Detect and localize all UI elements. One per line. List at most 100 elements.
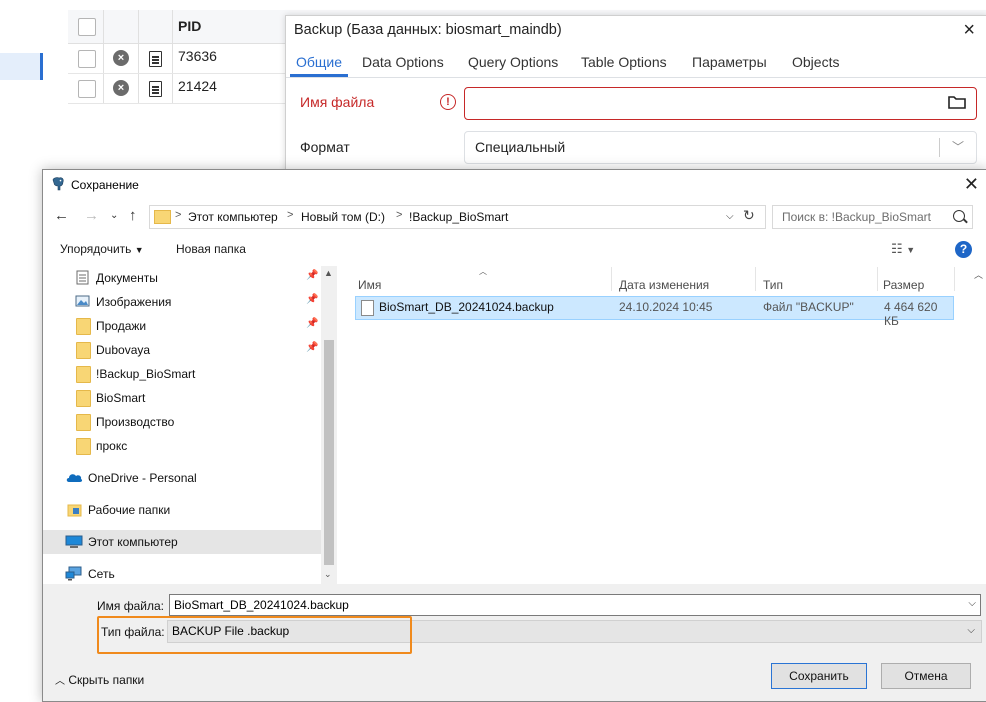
search-input[interactable]: Поиск в: !Backup_BioSmart: [772, 205, 973, 229]
back-arrow-icon[interactable]: ←: [54, 207, 69, 224]
column-header-modified[interactable]: Дата изменения: [619, 278, 709, 292]
filename-label: Имя файла: [300, 94, 375, 110]
breadcrumb-drive-d[interactable]: Новый том (D:): [301, 210, 385, 224]
help-icon[interactable]: ?: [955, 241, 972, 258]
nav-pane-scroll-thumb[interactable]: [324, 340, 334, 565]
save-button[interactable]: Сохранить: [771, 663, 867, 689]
sidebar-item-label: Этот компьютер: [88, 535, 178, 549]
sidebar-item-dubovaya[interactable]: Dubovaya 📌: [43, 338, 321, 362]
details-document-icon[interactable]: [149, 51, 162, 67]
save-dialog-titlebar[interactable]: Сохранение ✕: [43, 170, 986, 200]
cancel-button[interactable]: Отмена: [881, 663, 971, 689]
sidebar-item-work-folders[interactable]: Рабочие папки: [43, 498, 321, 522]
breadcrumb-chevron-icon[interactable]: >: [396, 209, 402, 221]
computer-icon: [65, 535, 83, 548]
scroll-up-icon[interactable]: ︿: [974, 268, 983, 281]
row-checkbox[interactable]: [78, 80, 96, 98]
scroll-up-icon[interactable]: ▲: [324, 268, 333, 278]
cancel-process-icon[interactable]: ×: [113, 80, 129, 96]
sidebar-item-sales[interactable]: Продажи 📌: [43, 314, 321, 338]
sidebar-item-backup-biosmart[interactable]: !Backup_BioSmart: [43, 362, 321, 386]
sidebar-selected-item[interactable]: [0, 53, 42, 80]
column-header-size[interactable]: Размер: [883, 278, 924, 292]
filename-input[interactable]: [464, 87, 977, 120]
tab-query-options[interactable]: Query Options: [468, 54, 558, 70]
sidebar-item-biosmart[interactable]: BioSmart: [43, 386, 321, 410]
folder-icon[interactable]: [948, 95, 966, 109]
active-tab-indicator: [290, 74, 348, 77]
file-type: Файл "BACKUP": [763, 300, 854, 314]
sidebar-item-network[interactable]: Сеть: [43, 562, 321, 586]
tab-table-options[interactable]: Table Options: [581, 54, 667, 70]
address-dropdown-chevron-icon[interactable]: ⌵: [726, 211, 734, 222]
new-folder-button[interactable]: Новая папка: [176, 242, 246, 256]
up-arrow-icon[interactable]: ↑: [129, 207, 137, 224]
backup-dialog-close-icon[interactable]: ×: [963, 20, 975, 40]
folder-icon: [76, 438, 91, 455]
recent-locations-chevron-icon[interactable]: ⌄: [110, 210, 118, 221]
scroll-down-icon[interactable]: ⌄: [324, 569, 332, 580]
caret-down-icon: ▼: [134, 245, 144, 255]
sidebar-item-documents[interactable]: Документы 📌: [43, 266, 321, 290]
breadcrumb-chevron-icon[interactable]: >: [175, 209, 181, 221]
sidebar-item-pictures[interactable]: Изображения 📌: [43, 290, 321, 314]
column-header-type[interactable]: Тип: [763, 278, 783, 292]
list-item[interactable]: BioSmart_DB_20241024.backup 24.10.2024 1…: [355, 296, 954, 328]
filename-field[interactable]: BioSmart_DB_20241024.backup ⌵: [169, 594, 981, 616]
sidebar-item-proxy[interactable]: прокс: [43, 434, 321, 458]
pin-icon: 📌: [306, 318, 319, 329]
folder-icon: [154, 210, 171, 224]
hide-folders-button[interactable]: ︿ Скрыть папки: [55, 672, 144, 687]
search-icon: [953, 210, 965, 222]
sidebar-item-label: Производство: [96, 415, 175, 429]
sidebar-item-label: Dubovaya: [96, 343, 151, 357]
file-size: 4 464 620 КБ: [884, 300, 938, 328]
select-all-checkbox[interactable]: [78, 18, 96, 36]
sidebar-item-onedrive[interactable]: OneDrive - Personal: [43, 466, 321, 490]
chevron-down-icon[interactable]: ⌵: [968, 598, 976, 609]
details-document-icon[interactable]: [149, 81, 162, 97]
sidebar-item-label: Сеть: [88, 567, 115, 581]
sidebar-item-label: Документы: [96, 271, 158, 285]
documents-icon: [76, 270, 89, 285]
file-list-scrollbar[interactable]: ︿: [971, 266, 986, 584]
breadcrumb-this-pc[interactable]: Этот компьютер: [188, 210, 278, 224]
tab-general[interactable]: Общие: [296, 54, 342, 70]
organize-button[interactable]: Упорядочить ▼: [60, 242, 144, 256]
cloud-icon: [66, 474, 83, 482]
refresh-icon[interactable]: ↻: [743, 207, 755, 224]
close-icon[interactable]: ✕: [964, 174, 979, 195]
breadcrumb-backup-folder[interactable]: !Backup_BioSmart: [409, 210, 508, 224]
highlight-annotation-box: [97, 616, 412, 654]
save-dialog-title: Сохранение: [71, 178, 139, 192]
pid-column-header: PID: [178, 18, 202, 34]
tab-parameters[interactable]: Параметры: [692, 54, 767, 70]
format-select[interactable]: Специальный ﹀: [464, 131, 977, 164]
folder-icon: [76, 390, 91, 407]
view-options-icon[interactable]: ☷ ▼: [891, 241, 915, 257]
sidebar-item-this-pc[interactable]: Этот компьютер: [43, 530, 321, 554]
sidebar-item-label: OneDrive - Personal: [88, 471, 197, 485]
column-header-name[interactable]: Имя: [358, 278, 381, 292]
row-checkbox[interactable]: [78, 50, 96, 68]
sidebar-item-production[interactable]: Производство: [43, 410, 321, 434]
breadcrumb-chevron-icon[interactable]: >: [287, 209, 293, 221]
forward-arrow-icon[interactable]: →: [84, 207, 99, 224]
column-divider[interactable]: [611, 267, 612, 291]
cancel-process-icon[interactable]: ×: [113, 50, 129, 66]
column-divider[interactable]: [877, 267, 878, 291]
folder-icon: [76, 414, 91, 431]
organize-label: Упорядочить: [60, 242, 132, 256]
sidebar-item-label: Изображения: [96, 295, 172, 309]
filename-field-value: BioSmart_DB_20241024.backup: [174, 598, 349, 612]
address-bar[interactable]: > Этот компьютер > Новый том (D:) > !Bac…: [149, 205, 766, 229]
column-divider[interactable]: [755, 267, 756, 291]
chevron-down-icon[interactable]: ﹀: [952, 138, 964, 155]
tab-objects[interactable]: Objects: [792, 54, 839, 70]
pin-icon: 📌: [306, 294, 319, 305]
chevron-down-icon[interactable]: ⌵: [967, 625, 975, 636]
backup-dialog-title: Backup (База данных: biosmart_maindb): [294, 22, 562, 38]
pin-icon: 📌: [306, 342, 319, 353]
column-divider[interactable]: [954, 267, 955, 291]
tab-data-options[interactable]: Data Options: [362, 54, 444, 70]
